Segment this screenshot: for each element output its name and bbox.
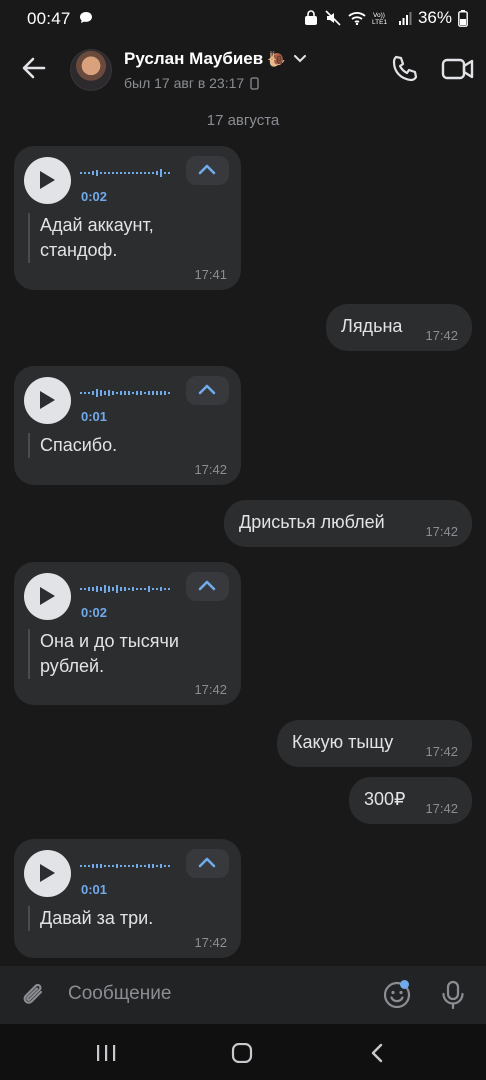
message-text: Лядьна [341, 316, 403, 336]
voice-message[interactable]: 0:01 Давай за три. 17:42 [14, 839, 241, 958]
chevron-up-icon [198, 580, 216, 591]
status-time: 00:47 [27, 9, 71, 28]
outgoing-message[interactable]: Какую тыщу 17:42 [277, 720, 472, 767]
status-bar: 00:47 Vo)) LTE1 36% [0, 0, 486, 36]
waveform[interactable] [80, 388, 172, 398]
transcript-line: Давай за три. [40, 908, 154, 928]
mute-icon [325, 10, 341, 26]
message-time: 17:42 [425, 744, 458, 759]
contact-name-row[interactable]: Руслан Маубиев 🐌 [124, 49, 306, 69]
wifi-icon [348, 12, 366, 25]
notification-chat-icon [80, 12, 92, 23]
transcript-line: стандоф. [40, 240, 118, 260]
name-emoji: 🐌 [267, 51, 286, 68]
message-input[interactable] [68, 983, 358, 1005]
chevron-up-icon [198, 384, 216, 395]
transcript-toggle-button[interactable] [186, 849, 229, 878]
voice-duration: 0:01 [81, 882, 108, 897]
voice-transcript: Спасибо. [28, 433, 117, 458]
transcript-line: рублей. [40, 656, 105, 676]
message-text: Какую тыщу [292, 732, 394, 752]
svg-text:LTE1: LTE1 [372, 19, 387, 26]
paperclip-icon[interactable] [19, 980, 49, 1010]
voice-message[interactable]: 0:02 Она и до тысячи рублей. 17:42 [14, 562, 241, 705]
message-time: 17:41 [194, 267, 227, 282]
message-text: 300₽ [364, 789, 406, 809]
emoji-badge-dot [400, 980, 409, 989]
message-time: 17:42 [194, 935, 227, 950]
mobile-phone-icon [250, 76, 259, 90]
last-seen: был 17 авг в 23:17 [124, 75, 259, 91]
transcript-line: Адай аккаунт, [40, 215, 154, 235]
waveform[interactable] [80, 861, 172, 871]
play-icon [40, 864, 55, 882]
waveform[interactable] [80, 584, 172, 594]
system-navigation-bar [0, 1024, 486, 1080]
transcript-line: Спасибо. [40, 435, 118, 455]
transcript-toggle-button[interactable] [186, 156, 229, 185]
voice-message[interactable]: 0:01 Спасибо. 17:42 [14, 366, 241, 485]
recent-apps-icon[interactable] [95, 1044, 117, 1062]
microphone-icon[interactable] [440, 980, 466, 1010]
signal-icon [398, 12, 412, 25]
play-icon [40, 391, 55, 409]
avatar[interactable] [70, 49, 112, 91]
chat-header: Руслан Маубиев 🐌 был 17 авг в 23:17 [0, 36, 486, 102]
message-time: 17:42 [425, 524, 458, 539]
voice-duration: 0:02 [81, 605, 108, 620]
play-button[interactable] [24, 573, 71, 620]
back-icon[interactable] [369, 1043, 385, 1063]
lock-icon [304, 10, 317, 25]
voice-message[interactable]: 0:02 Адай аккаунт, стандоф. 17:41 [14, 146, 241, 290]
message-time: 17:42 [194, 462, 227, 477]
message-time: 17:42 [425, 801, 458, 816]
chevron-up-icon [198, 857, 216, 868]
voice-duration: 0:02 [81, 189, 108, 204]
outgoing-message[interactable]: 300₽ 17:42 [349, 777, 472, 824]
play-button[interactable] [24, 157, 71, 204]
outgoing-message[interactable]: Дрисьтья люблей 17:42 [224, 500, 472, 547]
message-time: 17:42 [425, 328, 458, 343]
outgoing-message[interactable]: Лядьна 17:42 [326, 304, 472, 351]
date-separator: 17 августа [206, 112, 280, 129]
play-button[interactable] [24, 850, 71, 897]
waveform[interactable] [80, 168, 172, 178]
chevron-down-icon[interactable] [293, 55, 306, 63]
play-icon [40, 171, 55, 189]
voice-transcript: Адай аккаунт, стандоф. [28, 213, 154, 263]
message-list[interactable]: 17 августа 0:02 Адай аккаунт, стандоф. 1… [0, 102, 486, 966]
battery-icon [458, 9, 468, 27]
play-button[interactable] [24, 377, 71, 424]
video-camera-icon[interactable] [441, 53, 475, 85]
voice-transcript: Она и до тысячи рублей. [28, 629, 179, 679]
status-icons: Vo)) LTE1 36% [304, 8, 468, 28]
battery-level: 36% [417, 8, 452, 27]
message-composer [0, 966, 486, 1024]
phone-icon[interactable] [388, 53, 420, 85]
home-icon[interactable] [231, 1043, 253, 1063]
voice-duration: 0:01 [81, 409, 108, 424]
back-arrow-icon[interactable] [18, 52, 50, 84]
transcript-line: Она и до тысячи [40, 631, 179, 651]
message-text: Дрисьтья люблей [239, 512, 385, 532]
voice-transcript: Давай за три. [28, 906, 153, 931]
svg-text:Vo)): Vo)) [373, 12, 385, 19]
message-time: 17:42 [194, 682, 227, 697]
transcript-toggle-button[interactable] [186, 376, 229, 405]
play-icon [40, 587, 55, 605]
volte-icon: Vo))LTE1 [372, 12, 387, 26]
transcript-toggle-button[interactable] [186, 572, 229, 601]
contact-name: Руслан Маубиев [124, 49, 264, 68]
chevron-up-icon [198, 164, 216, 175]
last-seen-text: был 17 авг в 23:17 [124, 75, 245, 91]
